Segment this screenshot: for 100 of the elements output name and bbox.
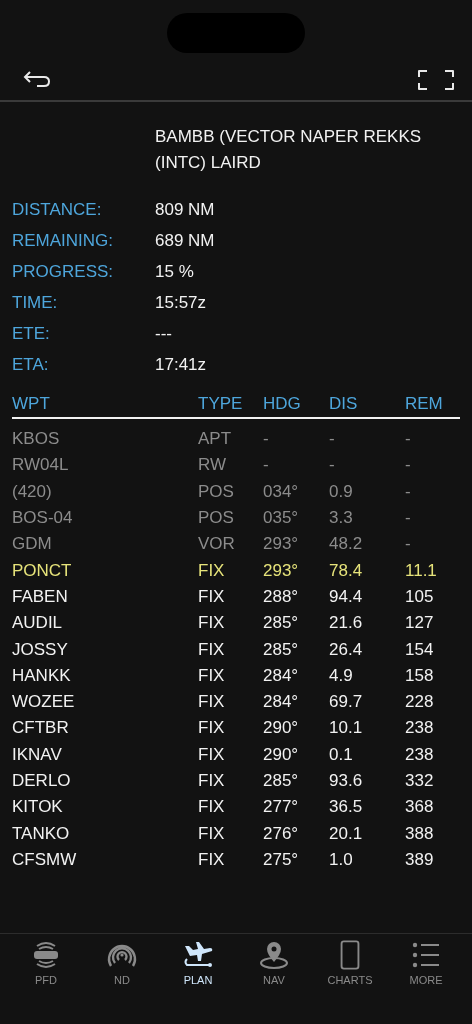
distance-cell-text: 0.1 — [329, 744, 354, 765]
waypoint-cell-text: IKNAV — [12, 744, 63, 765]
column-header: WPT — [12, 394, 51, 414]
distance-cell-text: 21.6 — [329, 613, 364, 634]
back-icon[interactable] — [23, 70, 51, 88]
tab[interactable]: CHARTS — [315, 940, 385, 986]
remaining-cell-text: 158 — [405, 665, 435, 686]
waypoint-cell-text: KBOS — [12, 429, 61, 450]
type-cell-text: FIX — [198, 560, 226, 581]
tab[interactable]: MORE — [391, 940, 461, 986]
list-icon — [411, 940, 441, 970]
remaining-cell-text: 154 — [405, 639, 435, 660]
tab[interactable]: ND — [87, 940, 157, 986]
distance-cell-text: 69.7 — [329, 692, 364, 713]
distance-cell-text: 10.1 — [329, 718, 364, 739]
heading-cell-text: 034° — [263, 481, 300, 502]
remaining-cell-text: 238 — [405, 718, 435, 739]
heading-cell-text: 276° — [263, 823, 300, 844]
remaining-cell-text: - — [405, 455, 412, 476]
type-cell-text: POS — [198, 481, 235, 502]
type-cell-text: VOR — [198, 534, 236, 555]
waypoint-cell-text: AUDIL — [12, 613, 64, 634]
heading-cell-text: 284° — [263, 665, 300, 686]
heading-cell-text: 290° — [263, 718, 300, 739]
column-header: REM — [405, 394, 444, 414]
distance-cell-text: 20.1 — [329, 823, 364, 844]
phone-icon — [338, 940, 362, 970]
waypoint-cell-text: PONCT — [12, 560, 73, 581]
fullscreen-icon[interactable] — [418, 70, 454, 90]
remaining-cell-text: - — [405, 429, 412, 450]
remaining-cell-text: - — [405, 534, 412, 555]
remaining-cell-text: 368 — [405, 797, 435, 818]
waypoint-cell-text: RW04L — [12, 455, 70, 476]
column-header: TYPE — [198, 394, 244, 414]
remaining-cell-text: 389 — [405, 849, 435, 870]
distance-cell-text: - — [329, 429, 336, 450]
heading-cell-text: 285° — [263, 613, 300, 634]
distance-cell-text: 48.2 — [329, 534, 364, 555]
type-cell-text: FIX — [198, 823, 226, 844]
tab[interactable]: NAV — [239, 940, 309, 986]
distance-cell-text: - — [329, 455, 336, 476]
remaining-cell-text: 228 — [405, 692, 435, 713]
summary-label: DISTANCE: — [11, 199, 103, 220]
distance-cell-text: 36.5 — [329, 797, 364, 818]
summary-value: 809 NM — [155, 199, 215, 220]
remaining-cell-text: 332 — [405, 771, 435, 791]
type-cell-text: FIX — [198, 586, 226, 607]
summary-label: REMAINING: — [11, 230, 115, 251]
map-pin-icon — [258, 940, 290, 970]
waypoint-cell-text: CFTBR — [12, 718, 70, 739]
waypoint-cell-text: BOS-04 — [12, 508, 74, 529]
tab[interactable]: PLAN — [163, 940, 233, 986]
type-cell-text: FIX — [198, 613, 226, 634]
type-cell-text: FIX — [198, 665, 226, 686]
summary-value: 15 % — [155, 261, 194, 282]
heading-cell-text: 288° — [263, 586, 300, 607]
heading-cell-text: 290° — [263, 744, 300, 765]
waypoint-cell-text: TANKO — [12, 823, 71, 844]
type-cell-text: FIX — [198, 692, 226, 713]
waypoint-cell-text: CFSMW — [12, 849, 78, 870]
waypoint-cell-text: HANKK — [12, 665, 72, 686]
heading-cell-text: 293° — [263, 560, 300, 581]
summary-value: 15:57z — [155, 292, 207, 313]
heading-cell-text: 277° — [263, 797, 300, 818]
heading-cell-text: 035° — [263, 508, 300, 529]
remaining-cell-text: 127 — [405, 613, 435, 634]
waypoint-cell-text: (420) — [12, 481, 53, 502]
distance-cell-text: 94.4 — [329, 586, 364, 607]
type-cell-text: FIX — [198, 849, 226, 870]
distance-cell-text: 4.9 — [329, 665, 354, 686]
summary-value: 689 NM — [155, 230, 215, 251]
heading-cell-text: 293° — [263, 534, 300, 555]
remaining-cell-text: 388 — [405, 823, 435, 844]
plane-route-icon — [182, 940, 214, 970]
heading-cell-text: 285° — [263, 639, 300, 660]
heading-cell-text: 284° — [263, 692, 300, 713]
remaining-cell-text: - — [405, 508, 412, 529]
remaining-cell-text: 11.1 — [405, 560, 438, 581]
column-header: DIS — [329, 394, 359, 414]
heading-cell-text: 275° — [263, 849, 300, 870]
heading-cell-text: 285° — [263, 771, 300, 791]
remaining-cell-text: - — [405, 481, 412, 502]
waypoint-cell-text: JOSSY — [12, 639, 69, 660]
distance-cell-text: 3.3 — [329, 508, 354, 529]
distance-cell-text: 93.6 — [329, 771, 364, 791]
waypoint-cell-text: WOZEE — [12, 692, 76, 713]
type-cell-text: FIX — [198, 797, 226, 818]
waypoint-cell-text: GDM — [12, 534, 53, 555]
waypoint-cell-text: DERLO — [12, 771, 72, 791]
distance-cell-text: 26.4 — [329, 639, 364, 660]
type-cell-text: RW — [198, 455, 227, 476]
waypoint-cell-text: KITOK — [12, 797, 64, 818]
summary-label: ETA: — [11, 354, 50, 375]
type-cell-text: FIX — [198, 718, 226, 739]
route-text: BAMBB (VECTOR NAPER REKKS (INTC) LAIRD — [155, 126, 423, 174]
heading-cell-text: - — [263, 429, 270, 450]
tab[interactable]: PFD — [11, 940, 81, 986]
summary-value: 17:41z — [155, 354, 207, 375]
heading-cell-text: - — [263, 455, 270, 476]
distance-cell-text: 1.0 — [329, 849, 354, 870]
